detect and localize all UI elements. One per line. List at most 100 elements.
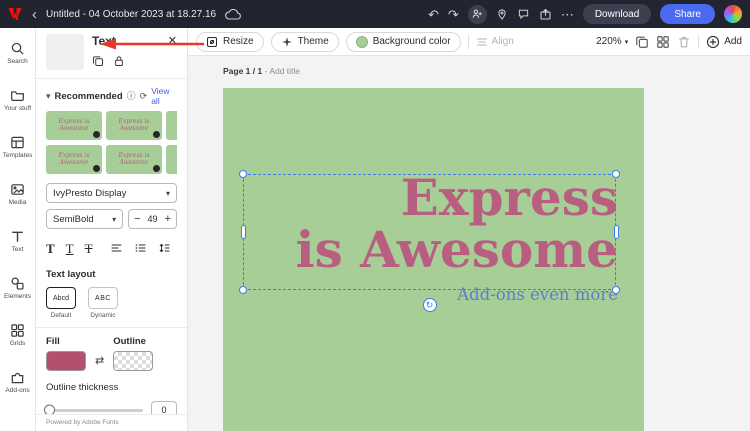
template-thumbnail[interactable]: Express is Awesome [166,111,177,140]
adobe-logo-icon[interactable] [8,8,22,20]
text-format-row: T T T [46,238,177,258]
recommended-header: ▾ Recommended ⓘ ⟳ View all [46,86,177,106]
comment-icon[interactable] [517,8,530,20]
layout-glyph: Abcd [46,287,76,309]
selection-handle-nw[interactable] [239,170,247,178]
rail-label: Grids [9,340,26,348]
sidebar-item-search[interactable]: Search [0,30,36,77]
text-layout-options: Abcd Default ABC Dynamic [46,287,177,319]
user-avatar[interactable] [724,5,742,23]
sidebar-item-add-ons[interactable]: Add-ons [0,359,36,406]
canvas-toolbar: Resize Theme Background color Align 220%… [188,28,750,56]
sidebar-item-templates[interactable]: Templates [0,124,36,171]
premium-badge [93,165,100,172]
line-spacing-button[interactable] [158,242,171,254]
document-title[interactable]: Untitled - 04 October 2023 at 18.27.16 [46,9,216,20]
list-button[interactable] [134,242,147,254]
add-page-button[interactable]: Add [706,35,742,49]
rotate-handle-icon[interactable]: ↻ [422,298,437,312]
theme-label: Theme [297,36,329,47]
toolbar-divider [467,34,469,49]
add-title-link[interactable]: - Add title [265,66,300,76]
resize-button[interactable]: Resize [196,31,264,52]
lock-icon[interactable] [113,55,125,67]
font-family-select[interactable]: IvyPresto Display ▾ [46,183,177,203]
font-weight-select[interactable]: SemiBold ▾ [46,209,124,229]
fill-color-swatch[interactable] [46,351,86,371]
template-thumbnail[interactable]: Express is Awesome [106,145,162,174]
close-icon[interactable]: ✕ [168,34,177,47]
background-color-label: Background color [372,36,451,47]
delete-page-button[interactable] [677,35,691,49]
font-family-value: IvyPresto Display [53,187,127,199]
selection-handle-left[interactable] [240,225,246,239]
sidebar-item-text[interactable]: Text [0,218,36,265]
align-button[interactable]: Align [476,36,514,48]
pin-comment-icon[interactable] [496,8,508,21]
thickness-slider[interactable] [44,404,143,416]
refresh-icon[interactable]: ⟳ [140,91,148,101]
more-options-icon[interactable]: ⋯ [561,8,574,21]
share-button[interactable]: Share [660,4,715,24]
layout-option-dynamic[interactable]: ABC Dynamic [88,287,118,319]
zoom-control[interactable]: 220% ▾ [596,36,628,47]
divider [36,78,187,79]
increase-font-size-icon[interactable]: + [160,213,176,225]
undo-icon[interactable]: ↶ [428,8,439,21]
redo-icon[interactable]: ↷ [448,8,459,21]
selection-handle-sw[interactable] [239,286,247,294]
selection-box[interactable]: ↻ [239,170,620,312]
template-thumbnail[interactable]: Express is Awesome [46,111,102,140]
template-row-2: Express is Awesome Express is Awesome Ex… [46,145,177,174]
rail-label: Media [8,199,27,207]
font-weight-value: SemiBold [53,213,94,225]
info-icon[interactable]: ⓘ [127,91,136,101]
selection-handle-ne[interactable] [612,170,620,178]
theme-button[interactable]: Theme [270,31,339,52]
sidebar-item-media[interactable]: Media [0,171,36,218]
view-all-link[interactable]: View all [151,86,177,106]
cloud-sync-icon[interactable] [225,8,242,20]
decrease-font-size-icon[interactable]: − [129,213,145,225]
template-thumbnail[interactable]: Express is Awesome [46,145,102,174]
publish-icon[interactable] [539,8,552,21]
thumbnail-text: Express is Awesome [118,117,150,132]
page-view-button[interactable] [656,35,670,49]
strikethrough-button[interactable]: T [85,242,93,255]
duplicate-page-button[interactable] [635,35,649,49]
chevron-down-icon: ▾ [165,188,170,198]
background-color-button[interactable]: Background color [345,31,461,52]
invite-collaborator-icon[interactable] [467,4,487,24]
template-thumbnail[interactable]: Express is Awesome [106,111,162,140]
background-color-icon [355,35,368,48]
text-align-button[interactable] [110,242,123,254]
selection-handle-right[interactable] [613,225,619,239]
download-button[interactable]: Download [582,4,652,24]
folder-icon [11,91,24,102]
underline-button[interactable]: T [66,242,74,255]
sidebar-item-your-stuff[interactable]: Your stuff [0,77,36,124]
design-canvas[interactable]: Express is Awesome Add-ons even more ↻ [223,88,644,431]
chevron-down-icon[interactable]: ▾ [46,91,51,101]
sidebar-item-elements[interactable]: Elements [0,265,36,312]
outline-color-swatch[interactable] [113,351,154,371]
text-layout-title: Text layout [46,269,96,280]
back-chevron-icon[interactable]: ‹ [32,6,37,23]
font-size-value[interactable]: 49 [146,214,160,224]
layout-option-default[interactable]: Abcd Default [46,287,76,319]
template-thumbnail[interactable]: Express is Awesome [166,145,177,174]
text-properties-panel: Text ✕ ▾ Recommended ⓘ ⟳ View all Expres… [36,28,188,431]
selection-handle-se[interactable] [612,286,620,294]
main-area: Resize Theme Background color Align 220%… [188,28,750,431]
thumbnail-text: Express is Awesome [58,151,90,166]
duplicate-icon[interactable] [92,55,104,67]
bold-button[interactable]: T [46,242,55,255]
rail-label: Elements [3,293,32,301]
canvas-area[interactable]: Page 1 / 1 - Add title Express is Awesom… [188,56,750,431]
swap-colors-icon[interactable]: ⇄ [95,354,104,371]
font-size-stepper: − 49 + [128,209,177,229]
sidebar-item-grids[interactable]: Grids [0,312,36,359]
selected-element-preview [46,34,84,70]
resize-icon [206,36,218,47]
template-row-1: Express is Awesome Express is Awesome Ex… [46,111,177,140]
